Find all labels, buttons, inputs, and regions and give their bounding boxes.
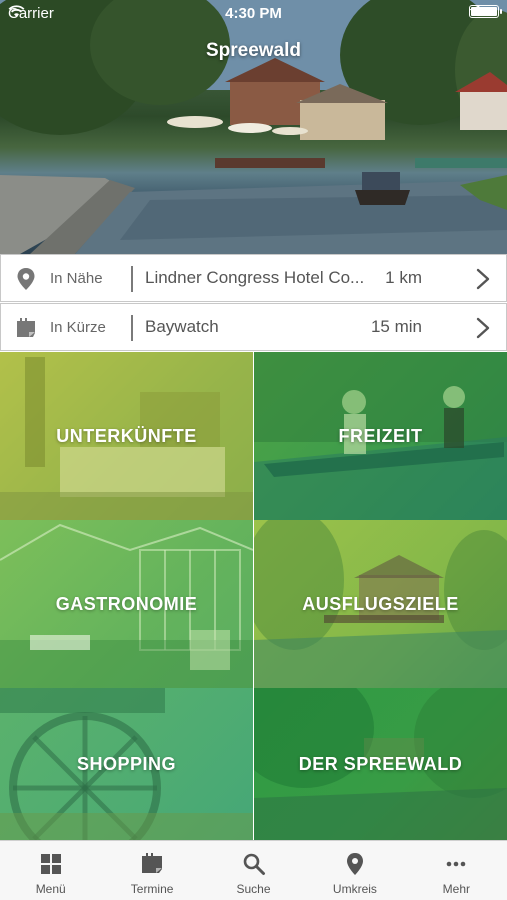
location-pin-icon bbox=[346, 853, 363, 875]
calendar-icon bbox=[17, 318, 35, 337]
status-bar: Carrier 4:30 PM bbox=[0, 0, 507, 28]
more-dots-icon bbox=[447, 861, 466, 867]
status-time: 4:30 PM bbox=[225, 5, 282, 22]
nearby-row[interactable]: In Nähe Lindner Congress Hotel Co... 1 k… bbox=[0, 254, 507, 302]
tile-ausflugsziele[interactable]: AUSFLUGSZIELE bbox=[254, 520, 507, 688]
tab-suche[interactable]: Suche bbox=[203, 841, 304, 900]
tab-mehr[interactable]: Mehr bbox=[406, 841, 507, 900]
category-grid: UNTERKÜNFTE FREIZEIT GASTRONOMIE AUSFLUG… bbox=[0, 352, 507, 840]
nearby-label: In Nähe bbox=[50, 270, 103, 287]
canal-scene bbox=[0, 0, 507, 254]
chevron-right-icon bbox=[476, 317, 490, 339]
tile-unterkuenfte[interactable]: UNTERKÜNFTE bbox=[0, 352, 253, 520]
grid-icon bbox=[40, 854, 61, 874]
tile-shopping[interactable]: SHOPPING bbox=[0, 688, 253, 840]
tab-label: Termine bbox=[130, 882, 174, 896]
status-right bbox=[469, 5, 502, 18]
tile-label: AUSFLUGSZIELE bbox=[302, 593, 459, 614]
nearby-distance: 1 km bbox=[385, 268, 422, 287]
upcoming-time: 15 min bbox=[370, 317, 422, 336]
tab-umkreis[interactable]: Umkreis bbox=[304, 841, 405, 900]
tab-bar: Menü Termine Suche Umkreis Mehr bbox=[0, 840, 507, 900]
nearby-value: Lindner Congress Hotel Co... bbox=[145, 268, 365, 287]
upcoming-value: Baywatch bbox=[145, 317, 219, 336]
tile-label: SHOPPING bbox=[76, 753, 177, 774]
chevron-right-icon bbox=[476, 268, 490, 290]
tile-label: DER SPREEWALD bbox=[298, 753, 463, 774]
tile-label: GASTRONOMIE bbox=[55, 593, 198, 614]
tile-der-spreewald[interactable]: DER SPREEWALD bbox=[254, 688, 507, 840]
location-pin-icon bbox=[17, 268, 35, 290]
battery-icon bbox=[469, 5, 502, 18]
tab-label: Menü bbox=[35, 882, 66, 896]
tab-label: Mehr bbox=[442, 882, 470, 896]
tab-label: Suche bbox=[236, 882, 271, 896]
tile-gastronomie[interactable]: GASTRONOMIE bbox=[0, 520, 253, 688]
tab-termine[interactable]: Termine bbox=[101, 841, 202, 900]
tile-label: UNTERKÜNFTE bbox=[56, 425, 197, 446]
upcoming-row[interactable]: In Kürze Baywatch 15 min bbox=[0, 303, 507, 351]
search-icon bbox=[243, 853, 265, 875]
row-divider bbox=[131, 315, 133, 341]
page-title: Spreewald bbox=[205, 40, 302, 61]
tile-label: FREIZEIT bbox=[338, 425, 423, 446]
hero-image: Carrier 4:30 PM Spreewald bbox=[0, 0, 507, 254]
tile-freizeit[interactable]: FREIZEIT bbox=[254, 352, 507, 520]
tab-menu[interactable]: Menü bbox=[0, 841, 101, 900]
calendar-icon bbox=[142, 853, 163, 873]
upcoming-label: In Kürze bbox=[50, 319, 106, 336]
row-divider bbox=[131, 266, 133, 292]
tab-label: Umkreis bbox=[332, 882, 377, 896]
